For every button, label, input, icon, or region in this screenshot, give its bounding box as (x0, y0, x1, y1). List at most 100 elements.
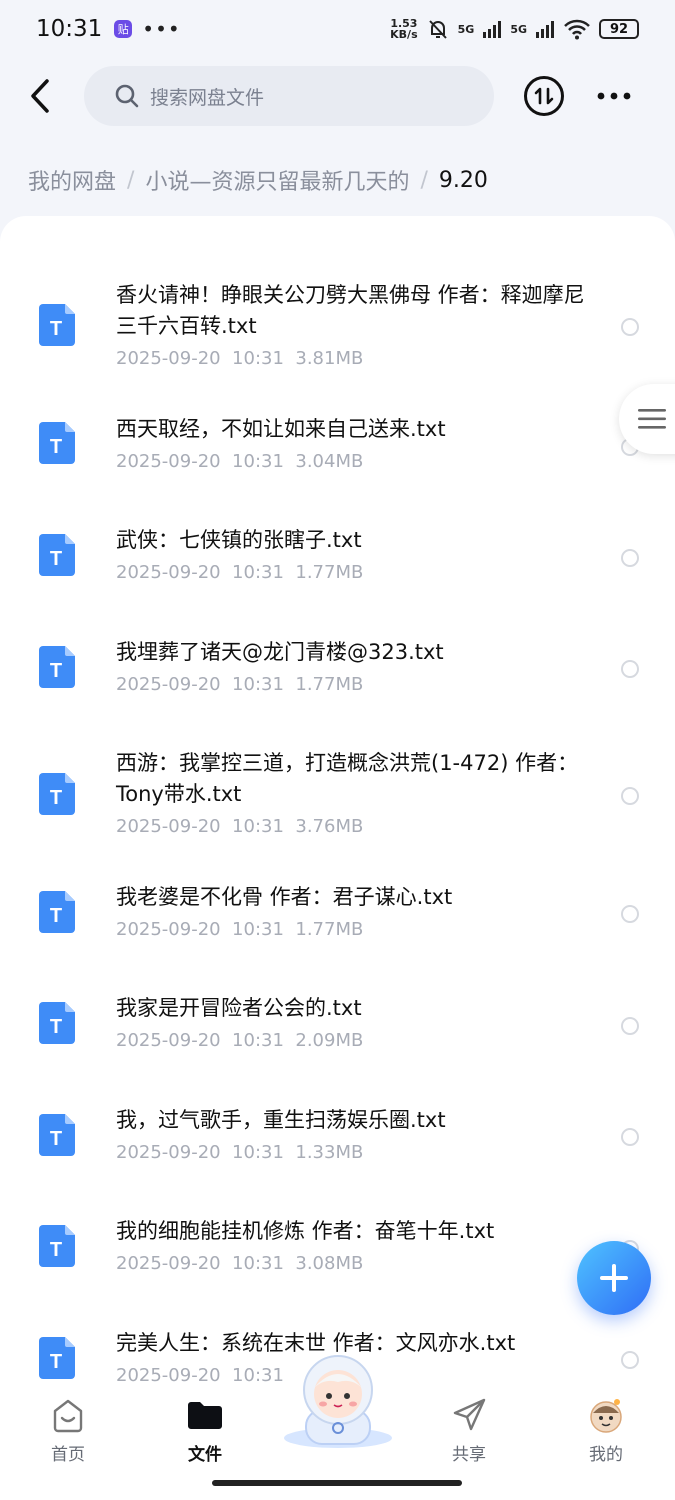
file-meta: 2025-09-20 10:31 1.33MB (116, 1142, 364, 1163)
folder-icon (188, 1402, 222, 1429)
select-checkbox[interactable] (621, 1017, 639, 1035)
svg-text:T: T (50, 1351, 62, 1373)
select-checkbox[interactable] (621, 905, 639, 923)
txt-file-icon: T (39, 534, 75, 576)
search-icon (115, 84, 139, 108)
send-icon (453, 1398, 486, 1431)
txt-file-icon: T (39, 422, 75, 464)
txt-file-icon: T (39, 304, 75, 346)
svg-text:T: T (50, 905, 62, 927)
file-name: 我埋葬了诸天@龙门青楼@323.txt (116, 640, 444, 664)
transfer-icon (534, 87, 554, 105)
network-speed-unit: KB/s (390, 28, 418, 41)
breadcrumb-current: 9.20 (438, 167, 488, 193)
home-indicator (212, 1480, 462, 1486)
avatar-icon (590, 1399, 622, 1433)
svg-text:T: T (50, 436, 62, 458)
breadcrumb-root[interactable]: 我的网盘 (28, 164, 116, 196)
search-input[interactable]: 搜索网盘文件 (84, 66, 494, 126)
select-checkbox[interactable] (621, 660, 639, 678)
notification-app-icon: 贴 (114, 20, 133, 38)
transfer-button[interactable] (524, 76, 564, 116)
signal-2-label: 5G (510, 22, 527, 36)
nav-mine-label: 我的 (589, 1445, 623, 1465)
file-name: 西天取经，不如让如来自己送来.txt (116, 417, 446, 441)
nav-home[interactable]: 首页 (8, 1386, 128, 1476)
file-row[interactable]: T 我，过气歌手，重生扫荡娱乐圈.txt 2025-09-20 10:31 1.33… (0, 1105, 675, 1205)
select-checkbox[interactable] (621, 318, 639, 336)
file-row[interactable]: T 西游：我掌控三道，打造概念洪荒(1-472) 作者：Tony带水.txt 202… (0, 748, 675, 848)
search-placeholder: 搜索网盘文件 (150, 86, 265, 109)
file-meta: 2025-09-20 10:31 3.81MB (116, 348, 364, 369)
txt-file-icon: T (39, 646, 75, 688)
nav-mine[interactable]: 我的 (546, 1386, 666, 1476)
select-checkbox[interactable] (621, 787, 639, 805)
svg-text:T: T (50, 660, 62, 682)
file-row[interactable]: T 我老婆是不化骨 作者：君子谋心.txt 2025-09-20 10:31 1.7… (0, 882, 675, 982)
breadcrumb-separator: / (127, 167, 135, 193)
status-indicators: 1.53 KB/s 5G 5G 92 (390, 17, 639, 41)
file-meta: 2025-09-20 10:31 3.08MB (116, 1253, 364, 1274)
nav-share-label: 共享 (452, 1445, 486, 1465)
select-checkbox[interactable] (621, 1351, 639, 1369)
txt-file-icon: T (39, 1114, 75, 1156)
file-name: 我，过气歌手，重生扫荡娱乐圈.txt (116, 1108, 446, 1132)
file-name: 香火请神！睁眼关公刀劈大黑佛母 作者：释迦摩尼三千六百转.txt (116, 283, 585, 338)
signal-1-label: 5G (457, 22, 475, 36)
back-button[interactable] (22, 76, 58, 116)
file-meta: 2025-09-20 10:31 1.77MB (116, 674, 364, 695)
select-checkbox[interactable] (621, 1128, 639, 1146)
file-name: 武侠：七侠镇的张瞎子.txt (116, 528, 362, 552)
file-row[interactable]: T 我家是开冒险者公会的.txt 2025-09-20 10:31 2.09MB (0, 993, 675, 1093)
breadcrumb-folder[interactable]: 小说—资源只留最新几天的 (145, 164, 409, 196)
home-smile-icon (53, 1399, 83, 1433)
file-name: 我的细胞能挂机修炼 作者：奋笔十年.txt (116, 1219, 495, 1243)
signal-1-icon (483, 21, 502, 38)
breadcrumb-separator: / (420, 167, 428, 193)
file-name: 我老婆是不化骨 作者：君子谋心.txt (116, 885, 453, 909)
svg-text:T: T (50, 1239, 62, 1261)
svg-text:T: T (50, 318, 62, 340)
nav-share[interactable]: 共享 (409, 1386, 529, 1476)
add-button[interactable] (577, 1241, 651, 1315)
nav-files[interactable]: 文件 (145, 1386, 265, 1476)
status-bar: 10:31 贴 ••• 1.53 KB/s 5G 5G 92 (0, 0, 675, 58)
txt-file-icon: T (39, 773, 75, 815)
header: 搜索网盘文件 (0, 60, 675, 132)
back-arrow-icon (31, 79, 49, 113)
nav-home-label: 首页 (51, 1445, 85, 1465)
svg-text:T: T (50, 548, 62, 570)
file-row[interactable]: T 武侠：七侠镇的张瞎子.txt 2025-09-20 10:31 1.77MB (0, 525, 675, 625)
file-row[interactable]: T 我埋葬了诸天@龙门青楼@323.txt 2025-09-20 10:31 1.7… (0, 637, 675, 737)
menu-lines-icon (638, 409, 666, 429)
mascot-button[interactable] (276, 1352, 400, 1448)
file-name: 我家是开冒险者公会的.txt (116, 996, 362, 1020)
file-meta: 2025-09-20 10:31 3.04MB (116, 451, 364, 472)
file-row[interactable]: T 西天取经，不如让如来自己送来.txt 2025-09-20 10:31 3.04… (0, 414, 675, 514)
file-row[interactable]: T 香火请神！睁眼关公刀劈大黑佛母 作者：释迦摩尼三千六百转.txt 2025-09… (0, 280, 675, 380)
more-options-button[interactable] (594, 78, 634, 114)
txt-file-icon: T (39, 1225, 75, 1267)
status-time: 10:31 (36, 16, 103, 42)
txt-file-icon: T (39, 891, 75, 933)
file-meta: 2025-09-20 10:31 3.76MB (116, 816, 364, 837)
txt-file-icon: T (39, 1337, 75, 1379)
select-checkbox[interactable] (621, 549, 639, 567)
more-notifications-icon: ••• (142, 17, 181, 41)
file-meta: 2025-09-20 10:31 1.77MB (116, 919, 364, 940)
network-speed: 1.53 KB/s (390, 18, 417, 40)
wifi-icon (564, 19, 590, 40)
file-list: T2025-09-20 10:31 2.08MBT香火请神！睁眼关公刀劈大黑佛母… (0, 216, 675, 1386)
more-dots-icon (597, 92, 631, 100)
file-row[interactable]: T 我的细胞能挂机修炼 作者：奋笔十年.txt 2025-09-20 10:31 3… (0, 1216, 675, 1316)
file-meta: 2025-09-20 10:31 2.09MB (116, 1030, 364, 1051)
battery-indicator: 92 (599, 19, 639, 39)
svg-text:T: T (50, 787, 62, 809)
svg-text:T: T (50, 1016, 62, 1038)
plus-icon (600, 1264, 628, 1292)
breadcrumb: 我的网盘 / 小说—资源只留最新几天的 / 9.20 (28, 160, 488, 200)
mute-bell-icon (428, 20, 447, 39)
nav-files-label: 文件 (188, 1445, 222, 1465)
txt-file-icon: T (39, 1002, 75, 1044)
signal-2-icon (536, 21, 554, 38)
